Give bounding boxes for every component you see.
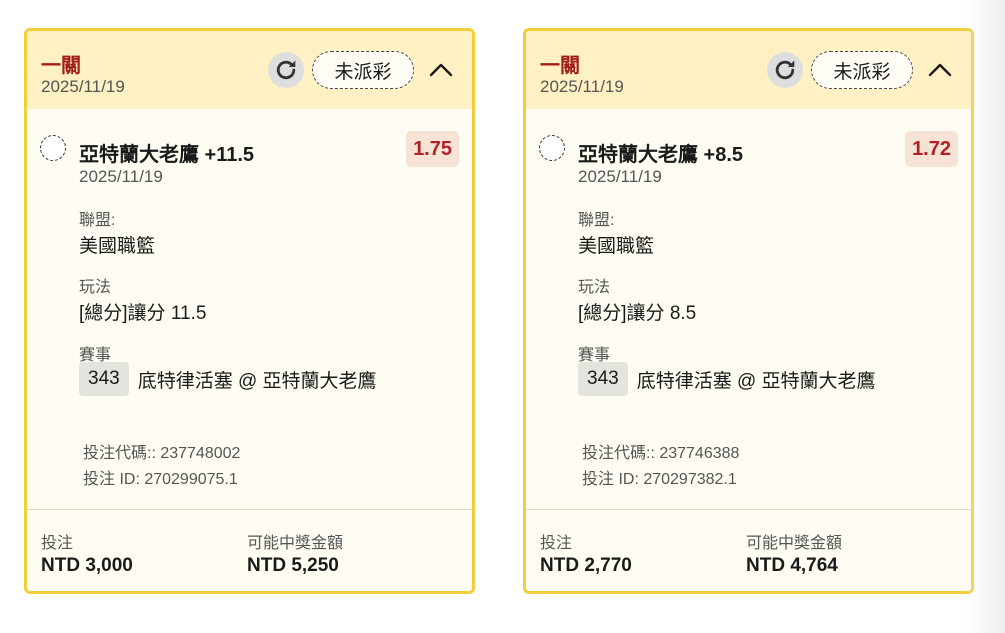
- bet-code: 投注代碼:: 237746388: [582, 445, 740, 462]
- select-radio[interactable]: [40, 135, 66, 161]
- league-label: 聯盟:: [578, 212, 615, 229]
- selection-date: 2025/11/19: [578, 167, 662, 186]
- stake-value: NTD 3,000: [41, 555, 133, 576]
- bet-card: 一關 2025/11/19 未派彩 亞特蘭大老鷹 +11.5 1.75 2025…: [24, 28, 475, 594]
- bet-date: 2025/11/19: [540, 77, 624, 96]
- bet-id: 投注 ID: 270299075.1: [83, 471, 238, 488]
- odds-badge: 1.75: [406, 131, 459, 167]
- refresh-button[interactable]: [268, 52, 304, 88]
- league-value: 美國職籃: [578, 236, 655, 257]
- bet-type: 一關: [41, 55, 81, 77]
- event-name: 底特律活塞 @ 亞特蘭大老鷹: [137, 370, 377, 392]
- event-name: 底特律活塞 @ 亞特蘭大老鷹: [636, 370, 876, 392]
- bet-slip-page: 一關 2025/11/19 未派彩 亞特蘭大老鷹 +11.5 1.75 2025…: [0, 0, 1005, 633]
- league-value: 美國職籃: [79, 236, 156, 257]
- bet-card-footer: 投注 NTD 3,000 可能中獎金額 NTD 5,250: [27, 510, 472, 591]
- event-number: 343: [79, 362, 129, 396]
- stake-label: 投注: [41, 535, 74, 552]
- refresh-icon: [775, 60, 795, 80]
- bet-card-header[interactable]: 一關 2025/11/19 未派彩: [526, 31, 971, 109]
- collapse-button[interactable]: [924, 54, 956, 86]
- select-radio[interactable]: [539, 135, 565, 161]
- market-label: 玩法: [79, 279, 112, 296]
- bet-type: 一關: [540, 55, 580, 77]
- stake-label: 投注: [540, 535, 573, 552]
- payout-label: 可能中獎金額: [746, 535, 843, 552]
- league-label: 聯盟:: [79, 212, 116, 229]
- selection-name: 亞特蘭大老鷹 +8.5: [578, 144, 744, 166]
- event-row: 343 底特律活塞 @ 亞特蘭大老鷹: [578, 362, 876, 396]
- collapse-button[interactable]: [425, 54, 457, 86]
- bet-code: 投注代碼:: 237748002: [83, 445, 241, 462]
- selection-date: 2025/11/19: [79, 167, 163, 186]
- event-row: 343 底特律活塞 @ 亞特蘭大老鷹: [79, 362, 377, 396]
- payout-value: NTD 4,764: [746, 555, 838, 576]
- selection-name: 亞特蘭大老鷹 +11.5: [79, 144, 255, 166]
- odds-badge: 1.72: [905, 131, 958, 167]
- refresh-icon: [276, 60, 296, 80]
- bet-card-body: 亞特蘭大老鷹 +8.5 1.72 2025/11/19 聯盟: 美國職籃 玩法 …: [526, 109, 971, 509]
- bet-card-header[interactable]: 一關 2025/11/19 未派彩: [27, 31, 472, 109]
- status-badge: 未派彩: [811, 51, 913, 89]
- bet-id: 投注 ID: 270297382.1: [582, 471, 737, 488]
- bet-card: 一關 2025/11/19 未派彩 亞特蘭大老鷹 +8.5 1.72 2025/…: [523, 28, 974, 594]
- event-number: 343: [578, 362, 628, 396]
- chevron-up-icon: [928, 63, 952, 77]
- market-value: [總分]讓分 8.5: [578, 303, 697, 324]
- status-badge: 未派彩: [312, 51, 414, 89]
- scroll-edge-shadow: [965, 0, 1005, 633]
- bet-card-footer: 投注 NTD 2,770 可能中獎金額 NTD 4,764: [526, 510, 971, 591]
- bet-date: 2025/11/19: [41, 77, 125, 96]
- payout-label: 可能中獎金額: [247, 535, 344, 552]
- bet-card-body: 亞特蘭大老鷹 +11.5 1.75 2025/11/19 聯盟: 美國職籃 玩法…: [27, 109, 472, 509]
- market-value: [總分]讓分 11.5: [79, 303, 207, 324]
- refresh-button[interactable]: [767, 52, 803, 88]
- chevron-up-icon: [429, 63, 453, 77]
- market-label: 玩法: [578, 279, 611, 296]
- stake-value: NTD 2,770: [540, 555, 632, 576]
- payout-value: NTD 5,250: [247, 555, 339, 576]
